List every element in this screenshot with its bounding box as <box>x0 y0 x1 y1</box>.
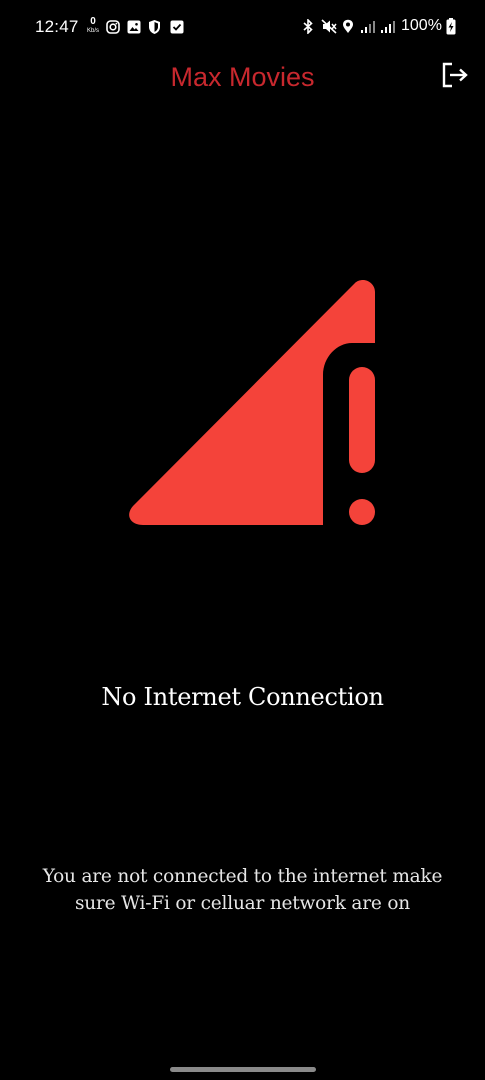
logout-icon <box>442 62 468 88</box>
error-message: You are not connected to the internet ma… <box>42 866 443 914</box>
network-speed: 0 Kb/s <box>84 17 102 37</box>
app-title: Max Movies <box>170 62 315 92</box>
error-heading: No Internet Connection <box>101 683 384 711</box>
network-speed-unit: Kb/s <box>86 28 99 34</box>
gallery-icon <box>127 19 141 38</box>
shield-icon <box>147 19 162 39</box>
location-icon <box>342 19 354 38</box>
app-bar: Max Movies <box>0 54 485 104</box>
logout-button[interactable] <box>440 60 472 90</box>
instagram-icon <box>106 19 120 38</box>
signal-icon <box>360 19 376 38</box>
checkbox-icon <box>170 19 184 38</box>
signal-icon <box>380 19 396 38</box>
status-time: 12:47 <box>35 17 79 36</box>
no-signal-warning-icon <box>125 275 385 535</box>
battery-percent: 100% <box>401 17 442 34</box>
battery-charging-icon <box>446 18 456 39</box>
home-indicator[interactable] <box>170 1067 316 1072</box>
vibrate-mute-icon <box>321 19 337 38</box>
status-bar: 12:47 0 Kb/s 100% <box>0 0 485 54</box>
network-speed-value: 0 <box>90 16 96 27</box>
bluetooth-icon <box>302 18 314 38</box>
